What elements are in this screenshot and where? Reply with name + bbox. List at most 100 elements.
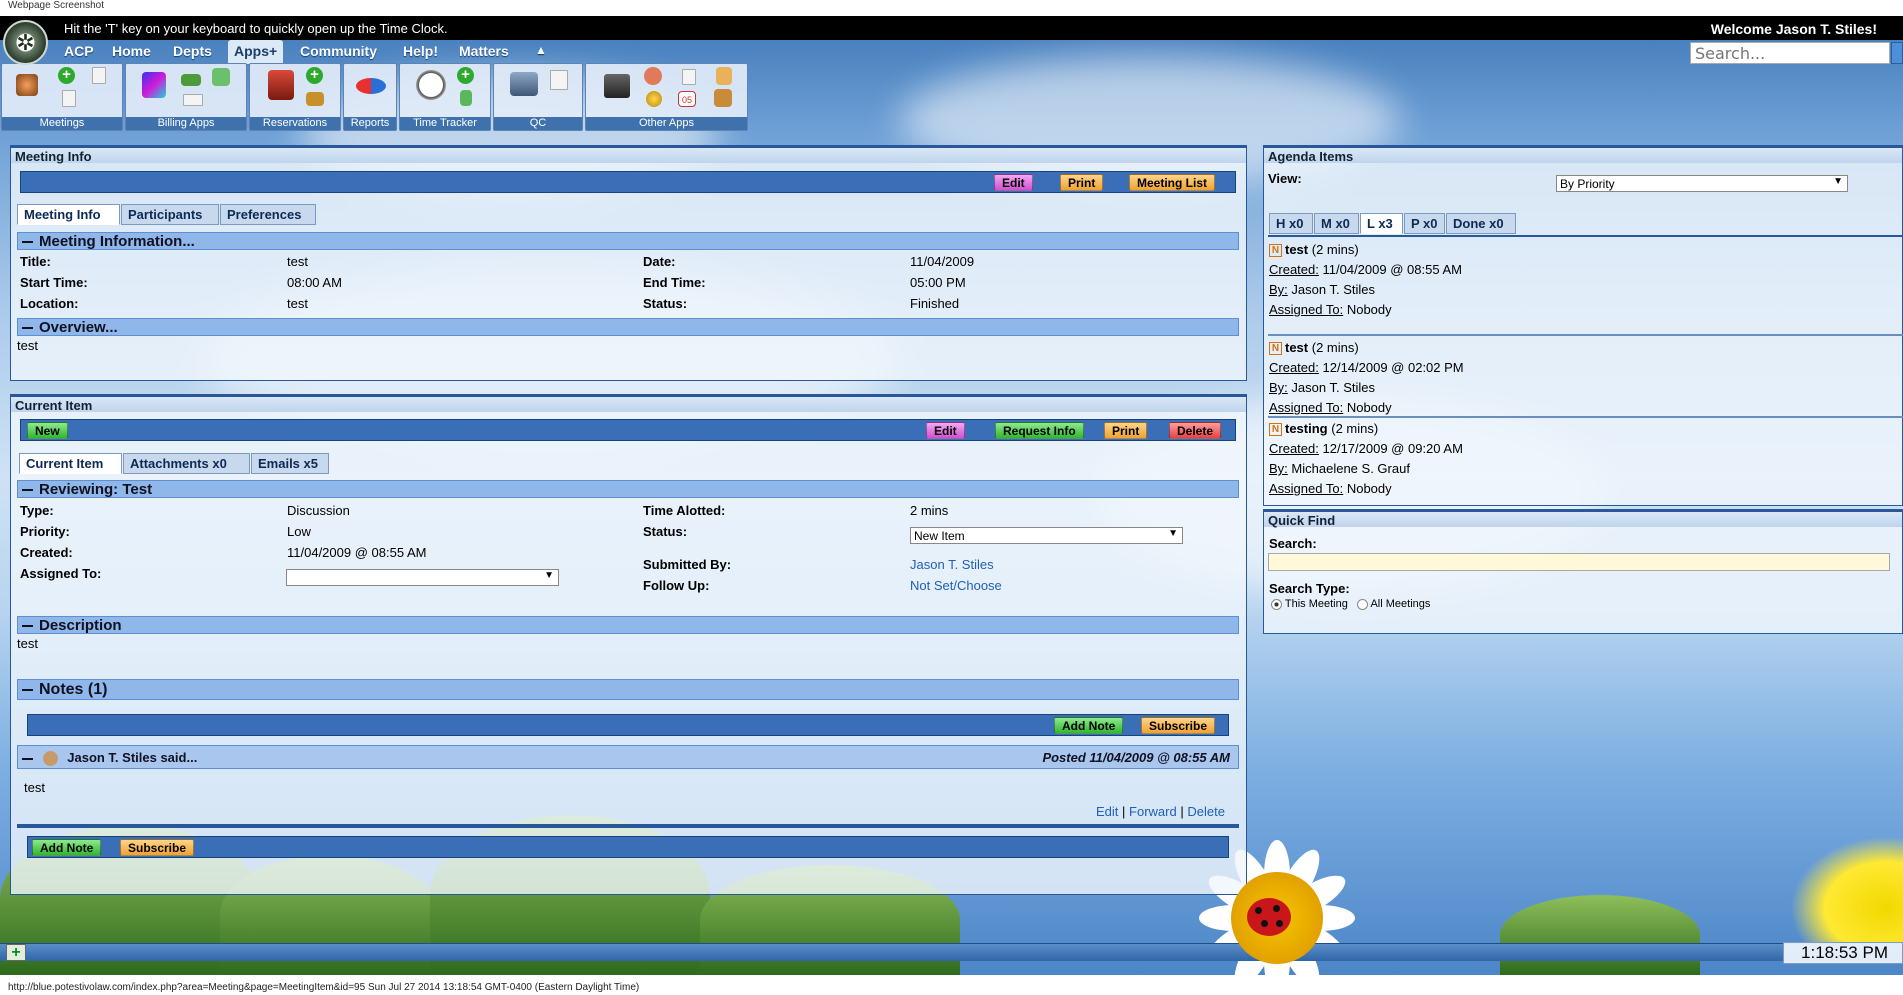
meeting-list-button[interactable]: Meeting List (1129, 174, 1216, 191)
toolbar-group-meetings[interactable]: + Meetings (1, 63, 123, 131)
tab-emails[interactable]: Emails x5 (251, 453, 329, 474)
assigned-to-select[interactable]: ▼ (286, 569, 559, 586)
reviewing-header[interactable]: Reviewing: Test (17, 480, 1239, 498)
document-icon[interactable] (92, 67, 106, 84)
nav-community[interactable]: Community (300, 43, 377, 59)
money-icon[interactable] (181, 74, 201, 86)
app-logo-icon[interactable]: ✲ (3, 20, 48, 65)
toolbar-group-time-tracker[interactable]: + Time Tracker (399, 63, 491, 131)
collapse-icon[interactable] (22, 688, 33, 691)
this-meeting-radio[interactable] (1271, 598, 1282, 610)
overview-header[interactable]: Overview... (17, 318, 1239, 336)
calendar-icon[interactable]: 05 (678, 91, 696, 107)
request-info-button[interactable]: Request Info (995, 422, 1084, 439)
print-item-button[interactable]: Print (1104, 422, 1148, 439)
tab-done[interactable]: Done x0 (1446, 213, 1516, 234)
submitted-by-link[interactable]: Jason T. Stiles (910, 557, 994, 572)
tab-meeting-info[interactable]: Meeting Info (17, 204, 120, 225)
meeting-information-header[interactable]: Meeting Information... (17, 232, 1239, 250)
time-clock[interactable]: 1:18:53 PM (1783, 942, 1903, 964)
new-badge-icon: N (1269, 244, 1282, 258)
reports-pill-icon[interactable] (356, 78, 386, 94)
add-reservation-icon[interactable]: + (306, 67, 323, 84)
tab-medium[interactable]: M x0 (1314, 213, 1359, 234)
invoice-icon[interactable] (212, 68, 230, 86)
collapse-icon[interactable] (22, 757, 33, 760)
toolbar-group-reports[interactable]: Reports (343, 63, 397, 131)
search-button[interactable] (1891, 42, 1903, 64)
box-icon[interactable] (714, 89, 732, 107)
agenda-item[interactable]: Ntest (2 mins) Created: 11/04/2009 @ 08:… (1269, 240, 1903, 320)
subscribe-button[interactable]: Subscribe (1141, 717, 1216, 734)
toolbar-group-qc[interactable]: QC (493, 63, 583, 131)
meeting-people-icon[interactable] (16, 74, 38, 96)
tab-preferences[interactable]: Preferences (220, 204, 316, 225)
edit-meeting-button[interactable]: Edit (994, 174, 1033, 191)
tab-attachments[interactable]: Attachments x0 (123, 453, 250, 474)
tab-current-item[interactable]: Current Item (19, 453, 122, 474)
follow-up-link[interactable]: Not Set/Choose (910, 578, 1002, 593)
add-time-icon[interactable]: + (457, 67, 474, 84)
forward-note-link[interactable]: Forward (1129, 804, 1177, 819)
toolbar-group-reservations[interactable]: + Reservations (249, 63, 341, 131)
add-note-button[interactable]: Add Note (1054, 717, 1124, 734)
nav-acp[interactable]: ACP (64, 43, 94, 59)
edit-note-link[interactable]: Edit (1096, 804, 1118, 819)
collapse-icon[interactable] (22, 489, 33, 492)
qc-document-icon[interactable] (550, 70, 568, 90)
card-icon[interactable] (183, 94, 203, 106)
agenda-item-title[interactable]: test (1285, 340, 1308, 355)
nav-matters[interactable]: Matters (459, 43, 509, 59)
notes-icon[interactable] (62, 90, 76, 107)
toolbar-group-other-apps[interactable]: 05 Other Apps (585, 63, 748, 131)
chevron-down-icon: ▼ (1168, 528, 1178, 539)
global-search-input[interactable] (1690, 42, 1890, 64)
status-label: Status: (643, 296, 688, 311)
award-icon[interactable] (646, 91, 662, 107)
clipboard-icon[interactable] (682, 69, 696, 85)
clock-icon[interactable] (416, 70, 446, 100)
description-header[interactable]: Description (17, 616, 1239, 634)
notes-header[interactable]: Notes (1) (17, 679, 1239, 700)
tools-icon[interactable] (306, 92, 324, 106)
agenda-item[interactable]: Ntesting (2 mins) Created: 12/17/2009 @ … (1269, 419, 1903, 499)
section-title: Reviewing: Test (39, 481, 153, 498)
tab-high[interactable]: H x0 (1269, 213, 1313, 234)
toolbar-group-billing[interactable]: Billing Apps (125, 63, 247, 131)
reservation-book-icon[interactable] (268, 70, 294, 100)
nav-home[interactable]: Home (112, 43, 151, 59)
nav-apps[interactable]: Apps+ (228, 40, 284, 64)
collapse-icon[interactable] (22, 625, 33, 628)
collapse-nav-icon[interactable]: ▲ (535, 43, 547, 57)
agenda-item-title[interactable]: test (1285, 242, 1308, 257)
delete-note-link[interactable]: Delete (1187, 804, 1225, 819)
all-meetings-radio[interactable] (1357, 598, 1369, 610)
collapse-icon[interactable] (22, 327, 33, 330)
utensils-icon[interactable] (644, 67, 662, 85)
agenda-item[interactable]: Ntest (2 mins) Created: 12/14/2009 @ 02:… (1269, 338, 1903, 418)
building-icon[interactable] (604, 74, 630, 98)
item-status-select[interactable]: New Item ▼ (910, 527, 1183, 544)
print-meeting-button[interactable]: Print (1060, 174, 1104, 191)
add-note-button-bottom[interactable]: Add Note (32, 839, 102, 856)
new-item-button[interactable]: New (27, 422, 68, 439)
panel-title: Current Item (11, 394, 1246, 413)
nav-depts[interactable]: Depts (173, 43, 212, 59)
agenda-item-title[interactable]: testing (1285, 421, 1328, 436)
note-icon[interactable] (716, 67, 732, 85)
subscribe-button-bottom[interactable]: Subscribe (120, 839, 195, 856)
nav-help[interactable]: Help! (403, 43, 438, 59)
tab-low[interactable]: L x3 (1360, 213, 1403, 234)
tab-participants[interactable]: Participants (121, 204, 219, 225)
agenda-view-select[interactable]: By Priority ▼ (1556, 175, 1848, 192)
timer-icon[interactable] (460, 90, 472, 106)
edit-item-button[interactable]: Edit (926, 422, 965, 439)
tab-pending[interactable]: P x0 (1404, 213, 1445, 234)
add-widget-button[interactable]: + (6, 944, 26, 961)
delete-item-button[interactable]: Delete (1169, 422, 1222, 439)
billing-cube-icon[interactable] (142, 72, 166, 98)
add-meeting-icon[interactable]: + (58, 67, 75, 84)
quick-find-search-input[interactable] (1268, 553, 1890, 571)
collapse-icon[interactable] (22, 241, 33, 244)
qc-icon[interactable] (510, 72, 538, 96)
